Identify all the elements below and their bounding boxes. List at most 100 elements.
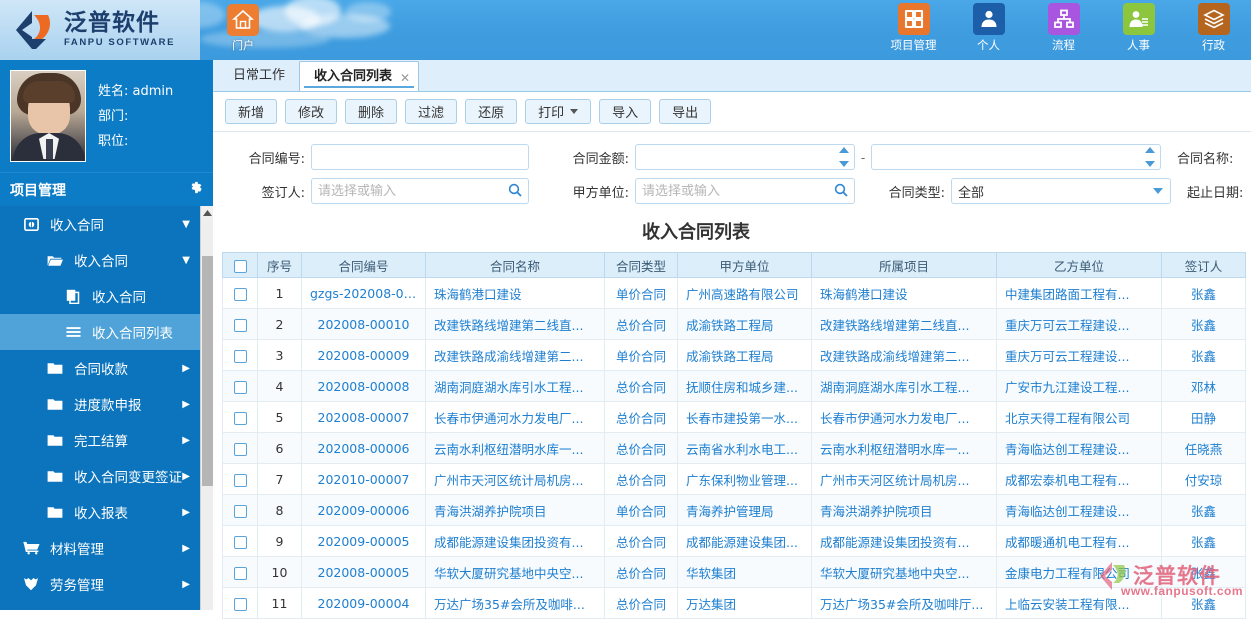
row-checkbox-cell[interactable] <box>223 588 258 619</box>
cell-contract-name[interactable]: 改建铁路成渝线增建第二... <box>426 340 605 371</box>
filter-button[interactable]: 过滤 <box>405 99 457 124</box>
col-index[interactable]: 序号 <box>258 253 302 278</box>
cell-project[interactable]: 华软大厦研究基地中央空... <box>812 557 997 588</box>
row-checkbox-cell[interactable] <box>223 371 258 402</box>
table-row[interactable]: 2 202008-00010 改建铁路线增建第二线直... 总价合同 成渝铁路工… <box>223 309 1246 340</box>
cell-contract-no[interactable]: 202009-00004 <box>302 588 426 619</box>
cell-party-a[interactable]: 广东保利物业管理... <box>678 464 812 495</box>
select-all-header[interactable] <box>223 253 258 278</box>
row-checkbox[interactable] <box>234 350 247 363</box>
cell-project[interactable]: 长春市伊通河水力发电厂... <box>812 402 997 433</box>
party-a-input[interactable] <box>635 178 855 204</box>
signer-input[interactable] <box>311 178 529 204</box>
cell-contract-no[interactable]: 202009-00006 <box>302 495 426 526</box>
search-icon[interactable] <box>834 183 848 200</box>
cell-contract-no[interactable]: 202008-00005 <box>302 557 426 588</box>
row-checkbox[interactable] <box>234 474 247 487</box>
sidebar-scrollbar[interactable] <box>200 206 213 610</box>
row-checkbox-cell[interactable] <box>223 309 258 340</box>
cell-project[interactable]: 云南水利枢纽潜明水库一... <box>812 433 997 464</box>
col-contract-no[interactable]: 合同编号 <box>302 253 426 278</box>
sidebar-item-labor-management[interactable]: 劳务管理 ▶ <box>0 566 200 602</box>
cell-contract-name[interactable]: 广州市天河区统计局机房... <box>426 464 605 495</box>
add-button[interactable]: 新增 <box>225 99 277 124</box>
sidebar-item-income-contract[interactable]: 收入合同 <box>0 278 200 314</box>
cell-party-b[interactable]: 重庆万可云工程建设... <box>997 309 1162 340</box>
amount-from-stepper[interactable] <box>839 147 849 167</box>
cell-party-b[interactable]: 青海临达创工程建设... <box>997 433 1162 464</box>
row-checkbox-cell[interactable] <box>223 340 258 371</box>
brand-logo[interactable]: 泛普软件 FANPU SOFTWARE <box>0 0 200 60</box>
cell-contract-no[interactable]: gzgs-202008-00... <box>302 278 426 309</box>
cell-contract-no[interactable]: 202008-00009 <box>302 340 426 371</box>
cell-party-b[interactable]: 北京天得工程有限公司 <box>997 402 1162 433</box>
table-row[interactable]: 7 202010-00007 广州市天河区统计局机房... 总价合同 广东保利物… <box>223 464 1246 495</box>
cell-contract-name[interactable]: 万达广场35#会所及咖啡... <box>426 588 605 619</box>
col-party-a[interactable]: 甲方单位 <box>678 253 812 278</box>
cell-contract-name[interactable]: 长春市伊通河水力发电厂... <box>426 402 605 433</box>
gear-icon[interactable] <box>188 180 203 199</box>
table-row[interactable]: 5 202008-00007 长春市伊通河水力发电厂... 总价合同 长春市建投… <box>223 402 1246 433</box>
module-personal[interactable]: 个人 <box>961 3 1016 53</box>
cell-contract-name[interactable]: 成都能源建设集团投资有... <box>426 526 605 557</box>
cell-party-b[interactable]: 金康电力工程有限公司 <box>997 557 1162 588</box>
scrollbar-thumb[interactable] <box>202 256 213 486</box>
cell-party-b[interactable]: 成都宏泰机电工程有... <box>997 464 1162 495</box>
cell-contract-name[interactable]: 华软大厦研究基地中央空... <box>426 557 605 588</box>
cell-project[interactable]: 广州市天河区统计局机房... <box>812 464 997 495</box>
cell-party-b[interactable]: 广安市九江建设工程... <box>997 371 1162 402</box>
row-checkbox[interactable] <box>234 288 247 301</box>
table-row[interactable]: 8 202009-00006 青海洪湖养护院项目 单价合同 青海养护管理局 青海… <box>223 495 1246 526</box>
edit-button[interactable]: 修改 <box>285 99 337 124</box>
sidebar-item-income-contract-list[interactable]: 收入合同列表 <box>0 314 200 350</box>
cell-party-b[interactable]: 重庆万可云工程建设... <box>997 340 1162 371</box>
col-contract-type[interactable]: 合同类型 <box>605 253 678 278</box>
col-signer[interactable]: 签订人 <box>1162 253 1246 278</box>
sidebar-item-contract-change-visa[interactable]: 收入合同变更签证 ▶ <box>0 458 200 494</box>
row-checkbox[interactable] <box>234 567 247 580</box>
cell-party-a[interactable]: 长春市建投第一水... <box>678 402 812 433</box>
contract-type-select[interactable] <box>951 178 1171 204</box>
cell-contract-no[interactable]: 202008-00006 <box>302 433 426 464</box>
amount-from-input[interactable] <box>635 144 855 170</box>
sidebar-item-progress-payment[interactable]: 进度款申报 ▶ <box>0 386 200 422</box>
cell-project[interactable]: 湖南洞庭湖水库引水工程... <box>812 371 997 402</box>
cell-party-a[interactable]: 成都能源建设集团... <box>678 526 812 557</box>
cell-project[interactable]: 万达广场35#会所及咖啡厅... <box>812 588 997 619</box>
cell-contract-name[interactable]: 青海洪湖养护院项目 <box>426 495 605 526</box>
search-icon[interactable] <box>508 183 522 200</box>
cell-party-a[interactable]: 华软集团 <box>678 557 812 588</box>
module-workflow[interactable]: 流程 <box>1036 3 1091 53</box>
row-checkbox[interactable] <box>234 319 247 332</box>
amount-to-input[interactable] <box>871 144 1161 170</box>
contract-no-input[interactable] <box>311 144 529 170</box>
cell-project[interactable]: 改建铁路成渝线增建第二... <box>812 340 997 371</box>
sidebar-item-completion-settlement[interactable]: 完工结算 ▶ <box>0 422 200 458</box>
cell-contract-no[interactable]: 202008-00007 <box>302 402 426 433</box>
cell-contract-name[interactable]: 湖南洞庭湖水库引水工程... <box>426 371 605 402</box>
import-button[interactable]: 导入 <box>599 99 651 124</box>
cell-party-a[interactable]: 云南省水利水电工... <box>678 433 812 464</box>
chevron-down-icon[interactable] <box>1153 188 1163 194</box>
cell-contract-name[interactable]: 云南水利枢纽潜明水库一... <box>426 433 605 464</box>
module-administration[interactable]: 行政 <box>1186 3 1241 53</box>
col-party-b[interactable]: 乙方单位 <box>997 253 1162 278</box>
table-row[interactable]: 3 202008-00009 改建铁路成渝线增建第二... 单价合同 成渝铁路工… <box>223 340 1246 371</box>
close-icon[interactable]: ✕ <box>400 63 410 93</box>
restore-button[interactable]: 还原 <box>465 99 517 124</box>
row-checkbox-cell[interactable] <box>223 278 258 309</box>
sidebar-item-income-report[interactable]: 收入报表 ▶ <box>0 494 200 530</box>
cell-contract-no[interactable]: 202008-00010 <box>302 309 426 340</box>
row-checkbox[interactable] <box>234 598 247 611</box>
tab-daily-work[interactable]: 日常工作 <box>219 61 299 91</box>
cell-project[interactable]: 成都能源建设集团投资有... <box>812 526 997 557</box>
table-row[interactable]: 1 gzgs-202008-00... 珠海鹤港口建设 单价合同 广州高速路有限… <box>223 278 1246 309</box>
table-row[interactable]: 11 202009-00004 万达广场35#会所及咖啡... 总价合同 万达集… <box>223 588 1246 619</box>
cell-project[interactable]: 青海洪湖养护院项目 <box>812 495 997 526</box>
cell-party-a[interactable]: 抚顺住房和城乡建... <box>678 371 812 402</box>
cell-party-a[interactable]: 成渝铁路工程局 <box>678 340 812 371</box>
table-row[interactable]: 10 202008-00005 华软大厦研究基地中央空... 总价合同 华软集团… <box>223 557 1246 588</box>
col-project[interactable]: 所属项目 <box>812 253 997 278</box>
module-project-management[interactable]: 项目管理 <box>886 3 941 53</box>
scroll-up-arrow-icon[interactable] <box>201 206 213 221</box>
